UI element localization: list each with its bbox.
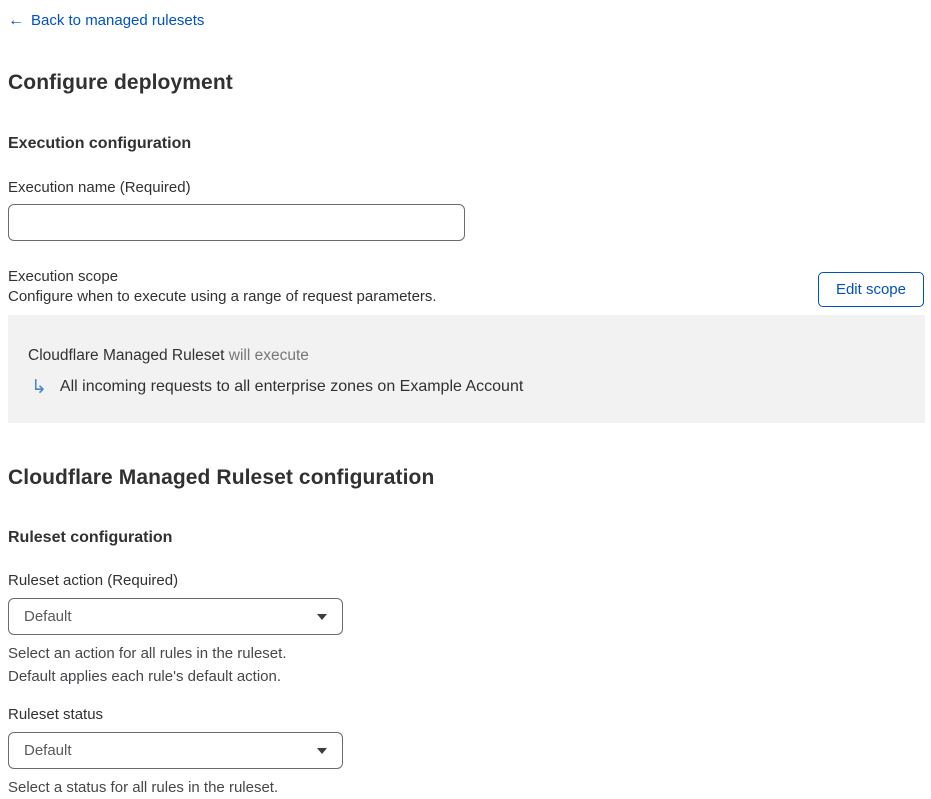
ruleset-status-help-line-1: Select a status for all rules in the rul… [8, 779, 279, 796]
ruleset-action-help-line-2: Default applies each rule's default acti… [8, 668, 282, 685]
ruleset-action-selected-value: Default [24, 608, 72, 625]
ruleset-action-select[interactable]: Default [8, 598, 343, 635]
branch-arrow-icon: ↳ [31, 376, 47, 398]
scope-summary-panel: Cloudflare Managed Ruleset will execute … [8, 315, 925, 423]
ruleset-configuration-heading: Ruleset configuration [8, 529, 173, 546]
execution-scope-row: Execution scope Configure when to execut… [8, 266, 925, 307]
execution-scope-label: Execution scope [8, 268, 119, 285]
back-link-label: Back to managed rulesets [31, 12, 205, 29]
execution-name-input[interactable] [8, 204, 465, 241]
configure-deployment-page: ← Back to managed rulesets Configure dep… [0, 0, 931, 799]
ruleset-action-label: Ruleset action (Required) [8, 572, 179, 589]
ruleset-status-selected-value: Default [24, 742, 72, 759]
ruleset-status-select[interactable]: Default [8, 732, 343, 769]
execution-scope-description: Configure when to execute using a range … [8, 288, 437, 305]
edit-scope-button[interactable]: Edit scope [817, 272, 924, 307]
execution-configuration-heading: Execution configuration [8, 135, 192, 152]
scope-will-execute-text: will execute [224, 347, 309, 364]
scope-summary-detail-row: ↳ All incoming requests to all enterpris… [28, 377, 905, 397]
ruleset-action-help-line-1: Select an action for all rules in the ru… [8, 645, 287, 662]
execution-name-label: Execution name (Required) [8, 179, 191, 196]
scope-summary-detail: All incoming requests to all enterprise … [59, 378, 524, 395]
scope-summary-headline: Cloudflare Managed Ruleset will execute [28, 347, 905, 365]
page-title: Configure deployment [8, 71, 233, 94]
scope-ruleset-name: Cloudflare Managed Ruleset [28, 347, 225, 364]
ruleset-status-label: Ruleset status [8, 706, 104, 723]
caret-down-icon [317, 747, 327, 754]
back-link[interactable]: ← Back to managed rulesets [8, 12, 204, 30]
ruleset-configuration-title: Cloudflare Managed Ruleset configuration [8, 466, 435, 489]
execution-scope-text: Execution scope Configure when to execut… [8, 266, 437, 306]
back-arrow-icon: ← [8, 12, 24, 29]
caret-down-icon [317, 613, 327, 620]
